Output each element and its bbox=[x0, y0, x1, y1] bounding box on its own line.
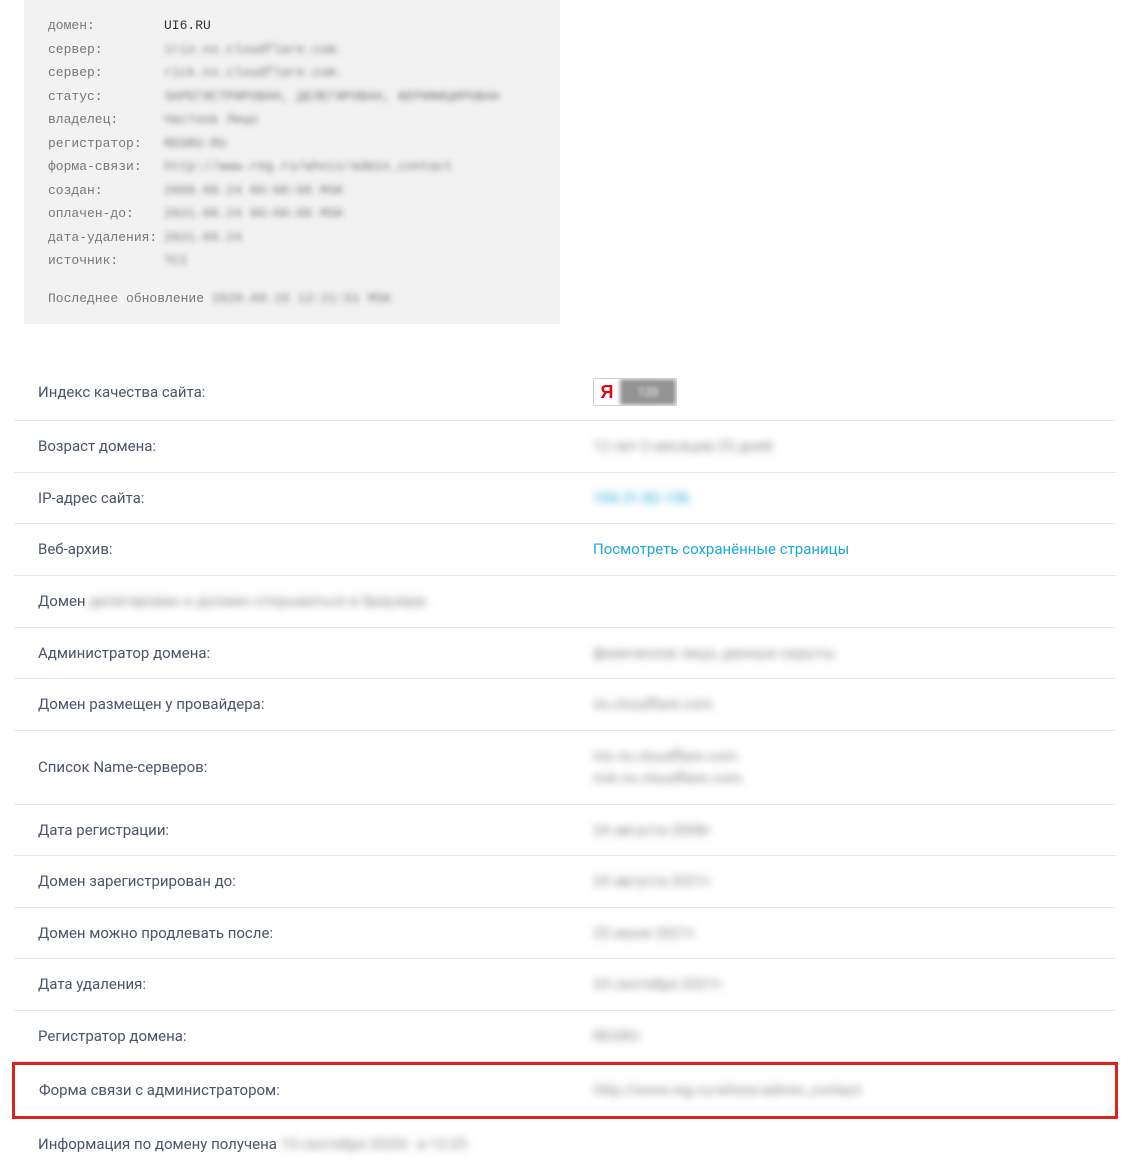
whois-row: форма-связи:http://www.reg.ru/whois/admi… bbox=[48, 157, 536, 177]
whois-value: TCI bbox=[164, 251, 187, 271]
row-admin-contact-form: Форма связи с администратором: http://ww… bbox=[12, 1062, 1118, 1119]
whois-value: iris.ns.cloudflare.com. bbox=[164, 40, 343, 60]
label-nameservers: Список Name-серверов: bbox=[38, 756, 593, 779]
whois-label: регистратор: bbox=[48, 134, 164, 154]
domain-info-table: Индекс качества сайта: Я 120 Возраст дом… bbox=[0, 364, 1130, 1169]
yandex-icon: Я bbox=[594, 379, 620, 405]
whois-value: Частное Лицо bbox=[164, 110, 258, 130]
whois-value: UI6.RU bbox=[164, 16, 211, 36]
whois-row: создан:2008.08.24 00:00:00 MSK bbox=[48, 181, 536, 201]
whois-row: домен:UI6.RU bbox=[48, 16, 536, 36]
row-reg-until: Домен зарегистрирован до: 24 августа 202… bbox=[14, 856, 1116, 908]
whois-label: статус: bbox=[48, 87, 164, 107]
label-reg-date: Дата регистрации: bbox=[38, 819, 593, 842]
value-provider: ns.cloudflare.com bbox=[593, 693, 1092, 716]
row-domain-admin: Администратор домена: физическое лицо, д… bbox=[14, 628, 1116, 680]
label-reg-until: Домен зарегистрирован до: bbox=[38, 870, 593, 893]
label-site-quality: Индекс качества сайта: bbox=[38, 381, 593, 404]
row-domain-delegated: Домен делегирован и должен открываться в… bbox=[14, 576, 1116, 628]
whois-label: домен: bbox=[48, 16, 164, 36]
whois-row: источник:TCI bbox=[48, 251, 536, 271]
value-admin-contact-form: http://www.reg.ru/whois/admin_contact bbox=[594, 1079, 1091, 1102]
yandex-quality-badge: Я 120 bbox=[593, 378, 677, 406]
label-admin-contact-form: Форма связи с администратором: bbox=[39, 1079, 594, 1102]
whois-row: статус:ЗАРЕГИСТРИРОВАН, ДЕЛЕГИРОВАН, ВЕР… bbox=[48, 87, 536, 107]
link-web-archive[interactable]: Посмотреть сохранённые страницы bbox=[593, 540, 849, 558]
whois-row: сервер:rick.ns.cloudflare.com. bbox=[48, 63, 536, 83]
whois-label: владелец: bbox=[48, 110, 164, 130]
row-reg-date: Дата регистрации: 24 августа 2008г. bbox=[14, 805, 1116, 857]
label-domain-age: Возраст домена: bbox=[38, 435, 593, 458]
row-web-archive: Веб-архив: Посмотреть сохранённые страни… bbox=[14, 524, 1116, 576]
whois-label: форма-связи: bbox=[48, 157, 164, 177]
value-delete-date: 24 сентября 2021г. bbox=[593, 973, 1092, 996]
row-delete-date: Дата удаления: 24 сентября 2021г. bbox=[14, 959, 1116, 1011]
yandex-score: 120 bbox=[620, 379, 676, 405]
whois-label: дата-удаления: bbox=[48, 228, 164, 248]
label-provider: Домен размещен у провайдера: bbox=[38, 693, 593, 716]
whois-value: 2008.08.24 00:00:00 MSK bbox=[164, 181, 343, 201]
label-renew-after: Домен можно продлевать после: bbox=[38, 922, 593, 945]
whois-label: создан: bbox=[48, 181, 164, 201]
label-delete-date: Дата удаления: bbox=[38, 973, 593, 996]
info-received-date: 15 сентября 2020г. в 12:25 bbox=[281, 1135, 467, 1153]
row-renew-after: Домен можно продлевать после: 25 июня 20… bbox=[14, 908, 1116, 960]
whois-label: сервер: bbox=[48, 40, 164, 60]
value-reg-date: 24 августа 2008г. bbox=[593, 819, 1092, 842]
value-domain-admin: физическое лицо, данные скрыты bbox=[593, 642, 1092, 665]
whois-last-update: Последнее обновление 2020.09.15 12:21:51… bbox=[48, 289, 536, 309]
whois-value: ЗАРЕГИСТРИРОВАН, ДЕЛЕГИРОВАН, ВЕРИФИЦИРО… bbox=[164, 87, 499, 107]
domain-delegated-status: делегирован и должен открываться в брауз… bbox=[89, 592, 429, 610]
label-registrar: Регистратор домена: bbox=[38, 1025, 593, 1048]
whois-value: 2021.08.24 00:00:00 MSK bbox=[164, 204, 343, 224]
row-registrar: Регистратор домена: REGRU bbox=[14, 1011, 1116, 1063]
row-domain-age: Возраст домена: 12 лет 0 месяцев 25 дней bbox=[14, 421, 1116, 473]
value-ip-address[interactable]: 104.31.82.136 bbox=[593, 487, 1092, 510]
domain-delegated-prefix: Домен bbox=[38, 592, 89, 610]
row-info-received: Информация по домену получена 15 сентябр… bbox=[14, 1119, 1116, 1169]
label-ip-address: IP-адрес сайта: bbox=[38, 487, 593, 510]
whois-label: источник: bbox=[48, 251, 164, 271]
value-reg-until: 24 августа 2021г. bbox=[593, 870, 1092, 893]
whois-label: сервер: bbox=[48, 63, 164, 83]
whois-row: владелец:Частное Лицо bbox=[48, 110, 536, 130]
value-registrar: REGRU bbox=[593, 1025, 1092, 1048]
whois-row: сервер:iris.ns.cloudflare.com. bbox=[48, 40, 536, 60]
whois-row: дата-удаления:2021.09.24 bbox=[48, 228, 536, 248]
value-nameservers: iris.ns.cloudflare.com. rick.ns.cloudfla… bbox=[593, 745, 1092, 790]
label-domain-admin: Администратор домена: bbox=[38, 642, 593, 665]
whois-value: rick.ns.cloudflare.com. bbox=[164, 63, 343, 83]
whois-value: REGRU-RU bbox=[164, 134, 226, 154]
whois-raw-box: домен:UI6.RUсервер:iris.ns.cloudflare.co… bbox=[24, 0, 560, 324]
info-received-prefix: Информация по домену получена bbox=[38, 1135, 281, 1153]
row-provider: Домен размещен у провайдера: ns.cloudfla… bbox=[14, 679, 1116, 731]
whois-value: 2021.09.24 bbox=[164, 228, 242, 248]
row-nameservers: Список Name-серверов: iris.ns.cloudflare… bbox=[14, 731, 1116, 805]
row-ip-address: IP-адрес сайта: 104.31.82.136 bbox=[14, 473, 1116, 525]
row-site-quality: Индекс качества сайта: Я 120 bbox=[14, 364, 1116, 421]
whois-row: оплачен-до:2021.08.24 00:00:00 MSK bbox=[48, 204, 536, 224]
label-web-archive: Веб-архив: bbox=[38, 538, 593, 561]
value-renew-after: 25 июня 2021г. bbox=[593, 922, 1092, 945]
whois-value: http://www.reg.ru/whois/admin_contact bbox=[164, 157, 453, 177]
whois-row: регистратор:REGRU-RU bbox=[48, 134, 536, 154]
value-domain-age: 12 лет 0 месяцев 25 дней bbox=[593, 435, 1092, 458]
whois-label: оплачен-до: bbox=[48, 204, 164, 224]
